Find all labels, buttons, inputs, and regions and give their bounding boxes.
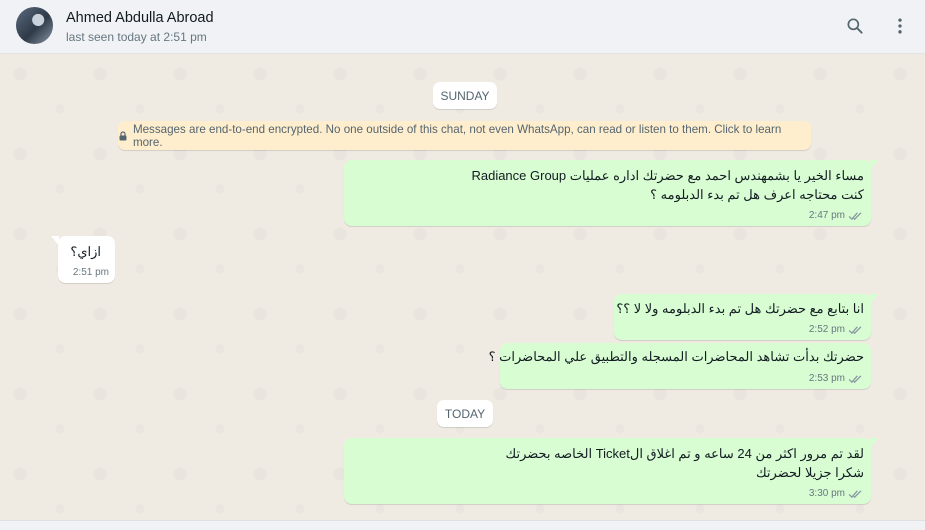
message-bubble-outgoing[interactable]: حضرتك بدأت تشاهد المحاضرات المسجله والتط… (489, 343, 871, 389)
message-meta: 2:47 pm (809, 210, 863, 222)
search-button[interactable] (843, 14, 867, 38)
bubble-tail (870, 438, 878, 448)
message-time: 2:53 pm (808, 373, 845, 384)
date-chip-sunday: SUNDAY (433, 82, 497, 109)
message-line: شكرا جزيلا لحضرتك (755, 465, 864, 480)
message-time: 2:52 pm (808, 324, 845, 335)
composer-strip (0, 520, 925, 530)
bubble-tail (51, 236, 59, 246)
last-seen-status: last seen today at 2:51 pm (66, 30, 207, 44)
contact-name[interactable]: Ahmed Abdulla Abroad (66, 10, 214, 26)
read-ticks-icon (848, 326, 862, 335)
message-meta: 2:53 pm (809, 373, 863, 385)
message-line: كنت محتاجه اعرف هل تم بدء الدبلومه ؟ (650, 187, 864, 202)
message-bubble-incoming[interactable]: ازاي؟ 2:51 pm (51, 236, 115, 283)
message-bubble-outgoing[interactable]: لقد تم مرور اكثر من 24 ساعه و تم اغلاق ا… (344, 438, 878, 504)
message-meta: 2:52 pm (809, 324, 863, 336)
chat-header: Ahmed Abdulla Abroad last seen today at … (0, 0, 925, 54)
lock-icon (119, 130, 127, 140)
message-line: لقد تم مرور اكثر من 24 ساعه و تم اغلاق ا… (505, 446, 865, 461)
message-line: انا بتابع مع حضرتك هل تم بدء الدبلومه ول… (616, 301, 864, 316)
contact-avatar[interactable] (16, 7, 53, 44)
read-ticks-icon (848, 212, 862, 221)
encryption-notice-text: Messages are end-to-end encrypted. No on… (132, 122, 782, 149)
message-line: مساء الخير يا بشمهندس احمد مع حضرتك ادار… (471, 168, 864, 183)
menu-icon (898, 18, 902, 34)
message-meta: 2:51 pm (73, 267, 109, 279)
message-time: 2:47 pm (808, 210, 845, 221)
bubble-tail (870, 160, 878, 170)
message-bubble-outgoing[interactable]: انا بتابع مع حضرتك هل تم بدء الدبلومه ول… (614, 294, 878, 340)
date-chip-today: TODAY (437, 400, 493, 427)
search-icon (847, 18, 863, 34)
message-time: 2:51 pm (72, 267, 109, 278)
encryption-notice[interactable]: Messages are end-to-end encrypted. No on… (118, 121, 811, 150)
menu-button[interactable] (888, 14, 912, 38)
bubble-tail (870, 294, 878, 304)
read-ticks-icon (848, 375, 862, 384)
message-bubble-outgoing[interactable]: مساء الخير يا بشمهندس احمد مع حضرتك ادار… (344, 160, 878, 226)
message-line: ازاي؟ (70, 244, 101, 259)
read-ticks-icon (848, 490, 862, 499)
message-line: حضرتك بدأت تشاهد المحاضرات المسجله والتط… (488, 349, 864, 364)
message-meta: 3:30 pm (809, 488, 863, 500)
message-time: 3:30 pm (808, 488, 845, 499)
